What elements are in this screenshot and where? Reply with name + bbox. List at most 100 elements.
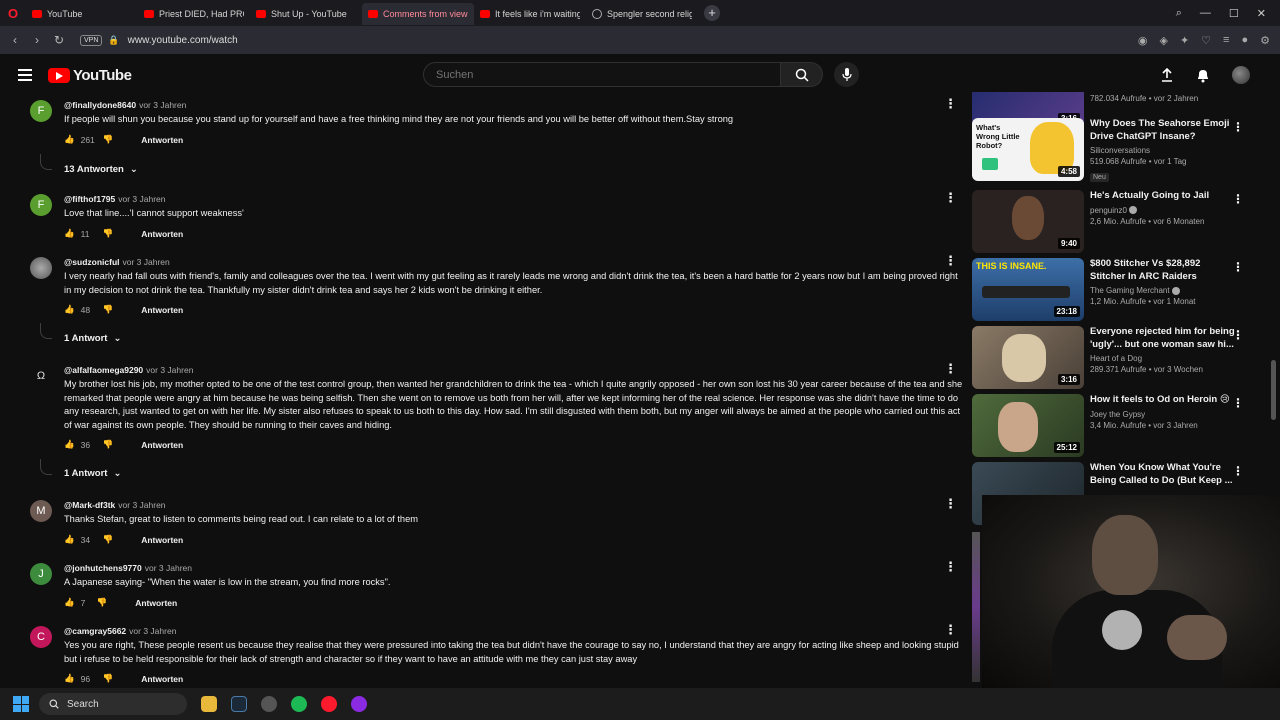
comment-time[interactable]: vor 3 Jahren xyxy=(118,194,165,204)
upload-icon[interactable] xyxy=(1160,68,1174,82)
taskbar-search[interactable]: Search xyxy=(39,693,187,715)
like-icon[interactable]: 👍 xyxy=(64,304,75,315)
more-options-icon[interactable]: ⋮ xyxy=(1232,120,1244,134)
more-options-icon[interactable]: ⋮ xyxy=(944,361,957,377)
reply-button[interactable]: Antworten xyxy=(141,674,183,684)
comment-author[interactable]: @fifthof1795 xyxy=(64,194,115,204)
recommended-video[interactable]: 25:12 How it feels to Od on Heroin 😢 Joe… xyxy=(972,394,1268,458)
reply-button[interactable]: Antworten xyxy=(141,440,183,450)
menu-icon[interactable]: ≡ xyxy=(1223,34,1229,47)
dislike-icon[interactable]: 👎 xyxy=(103,673,114,684)
replies-toggle[interactable]: 1 Antwort ⌄ xyxy=(64,333,121,344)
app-icon[interactable] xyxy=(261,696,277,712)
comment-time[interactable]: vor 3 Jahren xyxy=(146,365,193,375)
video-title[interactable]: Everyone rejected him for being 'ugly'..… xyxy=(1090,326,1236,351)
comment-author[interactable]: @Mark-df3tk xyxy=(64,500,115,510)
video-thumbnail[interactable]: What's Wrong Little Robot? 4:58 xyxy=(972,118,1084,181)
comment-avatar[interactable] xyxy=(30,257,52,279)
settings-icon[interactable]: ⚙ xyxy=(1260,34,1270,47)
heart-icon[interactable]: ♡ xyxy=(1201,34,1211,47)
search-tabs-icon[interactable]: ⌕ xyxy=(1176,7,1182,20)
replies-toggle[interactable]: 13 Antworten ⌄ xyxy=(64,164,138,175)
like-icon[interactable]: 👍 xyxy=(64,534,75,545)
video-title[interactable]: How it feels to Od on Heroin 😢 xyxy=(1090,394,1236,407)
more-options-icon[interactable]: ⋮ xyxy=(944,622,957,638)
file-explorer-icon[interactable] xyxy=(201,696,217,712)
url-field[interactable]: www.youtube.com/watch xyxy=(128,35,238,46)
channel-name[interactable]: Heart of a Dog xyxy=(1090,354,1236,363)
dislike-icon[interactable]: 👎 xyxy=(103,304,114,315)
minimize-icon[interactable]: — xyxy=(1200,7,1211,20)
replies-toggle[interactable]: 1 Antwort ⌄ xyxy=(64,468,121,479)
new-tab-button[interactable]: + xyxy=(704,5,720,21)
recommended-video[interactable]: THIS IS INSANE. 23:18 $800 Stitcher Vs $… xyxy=(972,258,1268,322)
hamburger-menu-icon[interactable] xyxy=(18,69,32,81)
dislike-icon[interactable]: 👎 xyxy=(103,228,114,239)
more-options-icon[interactable]: ⋮ xyxy=(944,190,957,206)
forward-icon[interactable]: › xyxy=(26,33,48,47)
video-title[interactable]: When You Know What You're Being Called t… xyxy=(1090,462,1236,487)
page-scrollbar[interactable] xyxy=(1271,360,1276,420)
video-thumbnail[interactable]: 3:16 xyxy=(972,326,1084,389)
notification-bell-icon[interactable] xyxy=(1196,68,1210,83)
recommended-video[interactable]: 9:40 He's Actually Going to Jail penguin… xyxy=(972,190,1268,254)
more-options-icon[interactable]: ⋮ xyxy=(1232,260,1244,274)
more-options-icon[interactable]: ⋮ xyxy=(1232,192,1244,206)
browser-tab[interactable]: It feels like i'm waiting to xyxy=(474,3,586,25)
reply-button[interactable]: Antworten xyxy=(141,535,183,545)
comment-avatar[interactable]: C xyxy=(30,626,52,648)
profile-icon[interactable]: ● xyxy=(1241,34,1248,47)
youtube-logo[interactable]: YouTube xyxy=(48,67,132,84)
like-icon[interactable]: 👍 xyxy=(64,134,75,145)
like-icon[interactable]: 👍 xyxy=(64,439,75,450)
shield-icon[interactable]: ◈ xyxy=(1159,34,1167,47)
comment-time[interactable]: vor 3 Jahren xyxy=(129,626,176,636)
browser-tab-active[interactable]: Comments from viewers xyxy=(362,3,474,25)
dislike-icon[interactable]: 👎 xyxy=(103,439,114,450)
reply-button[interactable]: Antworten xyxy=(135,598,177,608)
channel-name[interactable]: Siliconversations xyxy=(1090,146,1236,155)
comment-avatar[interactable]: M xyxy=(30,500,52,522)
lock-icon[interactable]: 🔒 xyxy=(108,35,119,46)
windows-start-icon[interactable] xyxy=(13,696,29,712)
search-button[interactable] xyxy=(781,62,823,87)
comment-author[interactable]: @finallydone8640 xyxy=(64,100,136,110)
more-options-icon[interactable]: ⋮ xyxy=(944,559,957,575)
comment-time[interactable]: vor 3 Jahren xyxy=(145,563,192,573)
comment-author[interactable]: @jonhutchens9770 xyxy=(64,563,142,573)
like-icon[interactable]: 👍 xyxy=(64,597,75,608)
dislike-icon[interactable]: 👎 xyxy=(103,134,114,145)
comment-time[interactable]: vor 3 Jahren xyxy=(118,500,165,510)
video-thumbnail[interactable]: THIS IS INSANE. 23:18 xyxy=(972,258,1084,321)
reply-button[interactable]: Antworten xyxy=(141,305,183,315)
voice-search-button[interactable] xyxy=(834,62,859,87)
vpn-badge[interactable]: VPN xyxy=(80,34,103,46)
more-options-icon[interactable]: ⋮ xyxy=(944,96,957,112)
reply-button[interactable]: Antworten xyxy=(141,229,183,239)
comment-avatar[interactable]: F xyxy=(30,194,52,216)
like-icon[interactable]: 👍 xyxy=(64,228,75,239)
video-title[interactable]: Why Does The Seahorse Emoji Drive ChatGP… xyxy=(1090,118,1236,143)
comment-author[interactable]: @camgray5662 xyxy=(64,626,126,636)
browser-tab[interactable]: YouTube xyxy=(26,3,138,25)
user-avatar[interactable] xyxy=(1232,66,1250,84)
more-options-icon[interactable]: ⋮ xyxy=(1232,396,1244,410)
maximize-icon[interactable]: ☐ xyxy=(1229,7,1239,20)
browser-tab[interactable]: Shut Up - YouTube xyxy=(250,3,362,25)
back-icon[interactable]: ‹ xyxy=(4,33,26,47)
like-icon[interactable]: 👍 xyxy=(64,673,75,684)
comment-avatar[interactable]: F xyxy=(30,100,52,122)
channel-name[interactable]: penguinz0 xyxy=(1090,206,1236,215)
more-options-icon[interactable]: ⋮ xyxy=(944,496,957,512)
video-thumbnail[interactable]: 9:40 xyxy=(972,190,1084,253)
close-icon[interactable]: ✕ xyxy=(1257,7,1266,20)
spotify-icon[interactable] xyxy=(291,696,307,712)
extension-icon[interactable]: ✦ xyxy=(1180,34,1189,47)
opera-logo-icon[interactable]: O xyxy=(0,0,26,26)
reply-button[interactable]: Antworten xyxy=(141,135,183,145)
opera-icon[interactable] xyxy=(321,696,337,712)
reload-icon[interactable]: ↻ xyxy=(48,33,70,47)
more-options-icon[interactable]: ⋮ xyxy=(1232,328,1244,342)
more-options-icon[interactable]: ⋮ xyxy=(944,253,957,269)
dislike-icon[interactable]: 👎 xyxy=(103,534,114,545)
